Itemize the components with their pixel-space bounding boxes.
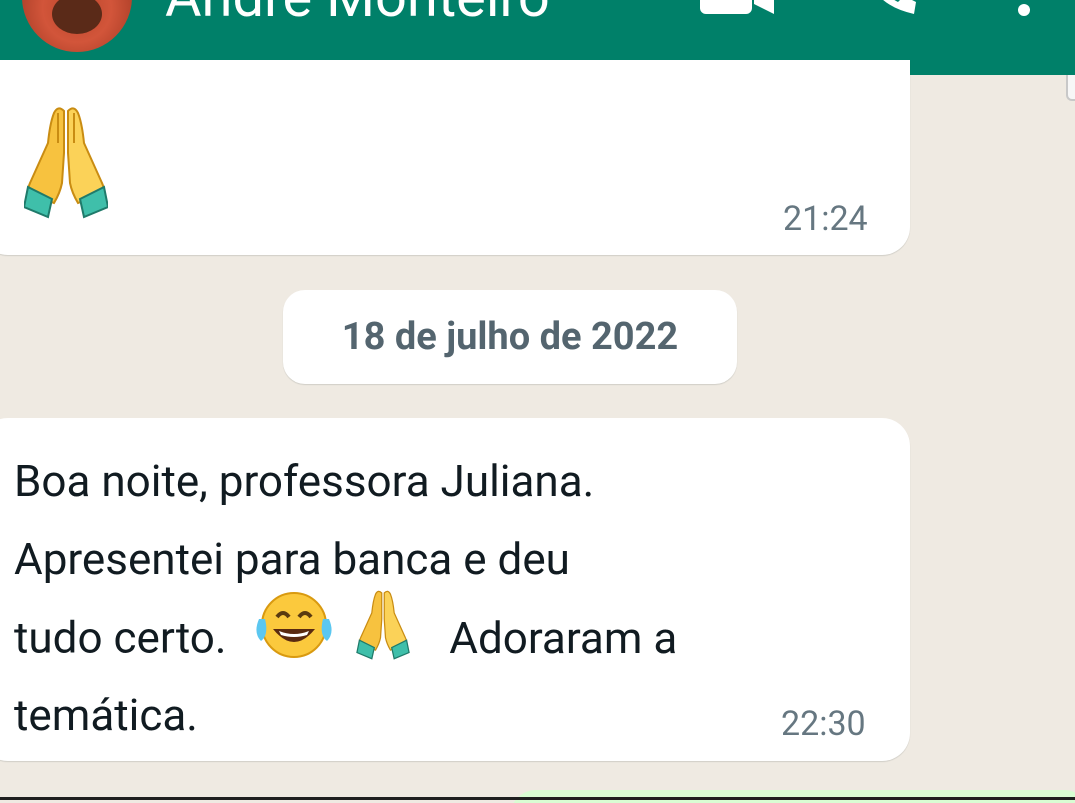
more-vert-icon[interactable] xyxy=(1014,0,1034,20)
folded-hands-emoji xyxy=(22,103,110,223)
divider xyxy=(0,797,1075,800)
date-divider: 18 de julho de 2022 xyxy=(283,290,737,384)
message-line: tudo certo. Adoraram a xyxy=(14,590,874,676)
face-with-tears-of-joy-emoji xyxy=(251,589,337,683)
message-timestamp: 21:24 xyxy=(783,199,868,239)
message-timestamp: 22:30 xyxy=(781,704,866,744)
avatar-face xyxy=(52,0,102,34)
message-text: Boa noite, professora Juliana. Apresente… xyxy=(14,442,874,754)
phone-icon[interactable] xyxy=(868,0,918,20)
contact-avatar[interactable] xyxy=(22,0,132,52)
contact-name[interactable]: André Monteiro xyxy=(165,0,550,30)
folded-hands-emoji xyxy=(352,588,414,684)
message-line: Boa noite, professora Juliana. xyxy=(14,455,595,507)
video-call-icon[interactable] xyxy=(700,0,780,20)
message-line-part: Adoraram a xyxy=(449,611,678,664)
message-line: temática. xyxy=(14,689,198,741)
message-bubble-incoming[interactable] xyxy=(0,60,910,255)
message-line: Apresentei para banca e deu xyxy=(14,533,570,585)
message-line-part: tudo certo. xyxy=(14,611,227,664)
chat-screen: André Monteiro xyxy=(0,0,1075,803)
scrollbar-thumb[interactable] xyxy=(1066,75,1075,101)
